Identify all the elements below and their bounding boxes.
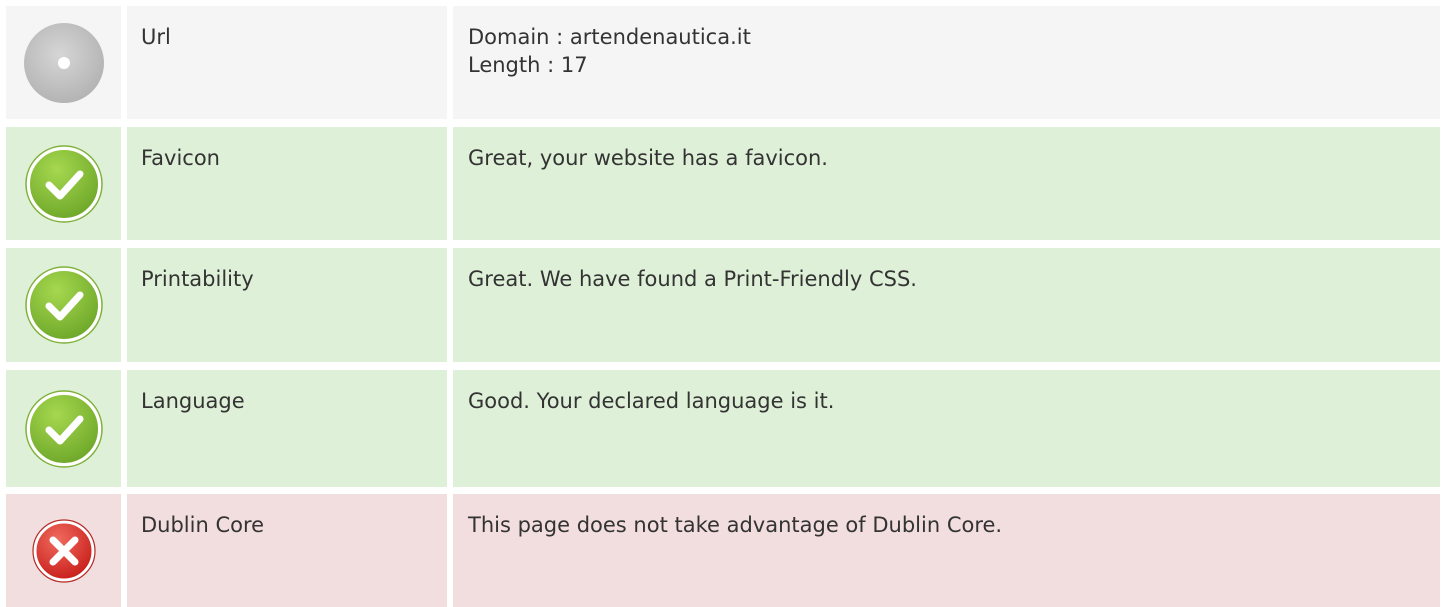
report-row-favicon: Favicon Great, your website has a favico… xyxy=(6,127,1440,240)
report-row-printability: Printability Great. We have found a Prin… xyxy=(6,248,1440,362)
row-value: Great. We have found a Print-Friendly CS… xyxy=(453,248,1440,362)
status-cell xyxy=(6,6,121,119)
row-value: This page does not take advantage of Dub… xyxy=(453,494,1440,607)
report-row-url: Url Domain : artendenautica.it Length : … xyxy=(6,6,1440,119)
report-row-language: Language Good. Your declared language is… xyxy=(6,370,1440,487)
status-cell xyxy=(6,494,121,607)
report-row-dublin-core: Dublin Core This page does not take adva… xyxy=(6,494,1440,607)
result-text: Good. Your declared language is it. xyxy=(468,389,835,413)
row-label: Favicon xyxy=(127,127,447,240)
domain-text: Domain : artendenautica.it xyxy=(468,25,751,49)
status-cell xyxy=(6,127,121,240)
status-cell xyxy=(6,248,121,362)
checkmark-icon xyxy=(24,389,103,468)
result-text: Great, your website has a favicon. xyxy=(468,146,828,170)
seo-report-table: Url Domain : artendenautica.it Length : … xyxy=(0,0,1445,607)
cross-icon xyxy=(31,518,96,583)
info-disc-icon xyxy=(23,22,104,103)
length-text: Length : 17 xyxy=(468,53,588,77)
row-value: Great, your website has a favicon. xyxy=(453,127,1440,240)
result-text: This page does not take advantage of Dub… xyxy=(468,513,1003,537)
row-value: Good. Your declared language is it. xyxy=(453,370,1440,487)
status-cell xyxy=(6,370,121,487)
row-value: Domain : artendenautica.it Length : 17 xyxy=(453,6,1440,119)
row-label: Printability xyxy=(127,248,447,362)
checkmark-icon xyxy=(24,144,103,223)
row-label: Dublin Core xyxy=(127,494,447,607)
checkmark-icon xyxy=(24,266,103,344)
row-label: Language xyxy=(127,370,447,487)
result-text: Great. We have found a Print-Friendly CS… xyxy=(468,267,917,291)
row-label: Url xyxy=(127,6,447,119)
